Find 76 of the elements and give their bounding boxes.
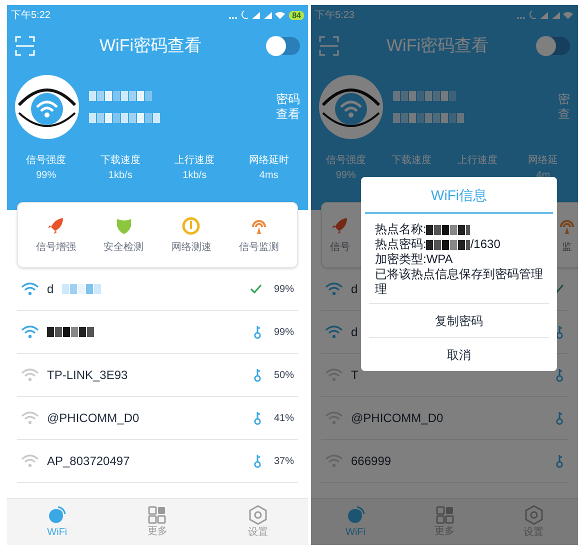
stat-label: 下载速度 [100,154,140,168]
scan-icon[interactable] [15,36,35,56]
signal-strength: 41% [272,412,294,426]
tool-button[interactable]: 信号监测 [226,216,291,254]
signal-strength: 37% [272,454,294,468]
password-tail: /1630 [470,237,500,252]
stat-label: 下载速度 [392,154,432,168]
stat-value: 99% [36,169,56,183]
stat-label: 上行速度 [457,154,498,168]
status-time: 下午5:22 [11,8,50,22]
status-time: 下午5:23 [315,8,354,22]
redaction-mosaic [89,112,161,124]
network-name: T [351,367,358,384]
battery-level: 84 [289,10,304,20]
network-name: AP_803720497 [47,453,130,470]
network-row[interactable]: 99% [17,311,298,354]
stat-label: 信号强度 [26,154,66,168]
dialog-line: 加密类型:WPA [375,252,453,267]
network-row[interactable]: AP_803720497 37% [17,440,298,483]
dialog-line: 热点名称: [375,222,426,237]
network-row[interactable]: @PHICOMM_D0 41% [17,397,298,440]
signal-strength: 99% [272,326,294,340]
view-password-button[interactable]: 密码 查看 [276,92,300,122]
redaction-mosaic [393,90,457,102]
dialog-button[interactable]: 复制密码 [369,303,549,337]
nav-tab[interactable]: WiFi [47,504,68,540]
tool-button[interactable]: 信号 [330,216,350,254]
scan-icon[interactable] [319,36,339,56]
grid-icon [436,506,454,524]
grid-icon [148,506,166,524]
network-name: 666999 [351,453,392,470]
rocket-icon [330,216,350,236]
settings-icon [524,504,542,524]
rocket-icon [46,216,66,236]
dialog-line: 热点密码: [375,237,426,252]
dialog-button[interactable]: 取消 [369,337,549,371]
redaction-mosaic [393,112,465,124]
network-name: TP-LINK_3E93 [47,367,128,384]
network-row[interactable]: 666999 [321,440,568,483]
stat-value: 4ms [259,169,278,183]
tool-button[interactable]: 信号增强 [24,216,88,254]
network-row[interactable]: TP-LINK_3E93 50% [17,354,298,397]
toggle-switch[interactable] [266,37,300,55]
status-icons [228,10,286,20]
stat-value: 1kb/s [182,169,207,183]
app-title: WiFi密码查看 [386,35,488,58]
signal-strength: 99% [272,282,294,296]
network-name: d [351,324,358,341]
network-name: @PHICOMM_D0 [351,410,444,427]
stat-label: 网络延 [528,154,558,168]
stat-label: 上行速度 [174,154,215,168]
dialog-line: 已将该热点信息保存到密码管理理 [375,267,543,297]
tool-button[interactable]: 安全检测 [92,216,156,254]
status-icons [516,10,574,20]
settings-icon [248,504,267,524]
stat-value: 1kb/s [108,169,132,183]
tool-button[interactable]: 监 [557,216,577,254]
stat-value: 99% [336,169,356,183]
nav-tab[interactable]: 设置 [248,504,268,540]
eye-logo [15,75,79,139]
tool-button[interactable]: 网络测速 [159,216,224,254]
eye-logo [319,75,383,139]
nav-tab[interactable]: 更多 [147,506,168,538]
stat-label: 网络延时 [248,154,289,168]
app-title: WiFi密码查看 [100,35,202,58]
network-row[interactable]: d 99% [17,268,298,311]
network-name: d [47,281,54,298]
gauge-icon [181,216,202,236]
toggle-switch[interactable] [536,37,570,55]
network-row[interactable]: @PHICOMM_D0 [321,397,568,440]
network-name: d [351,281,358,298]
dialog-title: WiFi信息 [365,177,553,214]
signal-strength: 50% [272,368,294,382]
stat-label: 信号强度 [326,154,366,168]
network-name: @PHICOMM_D0 [47,410,140,427]
redaction-mosaic [89,90,153,102]
